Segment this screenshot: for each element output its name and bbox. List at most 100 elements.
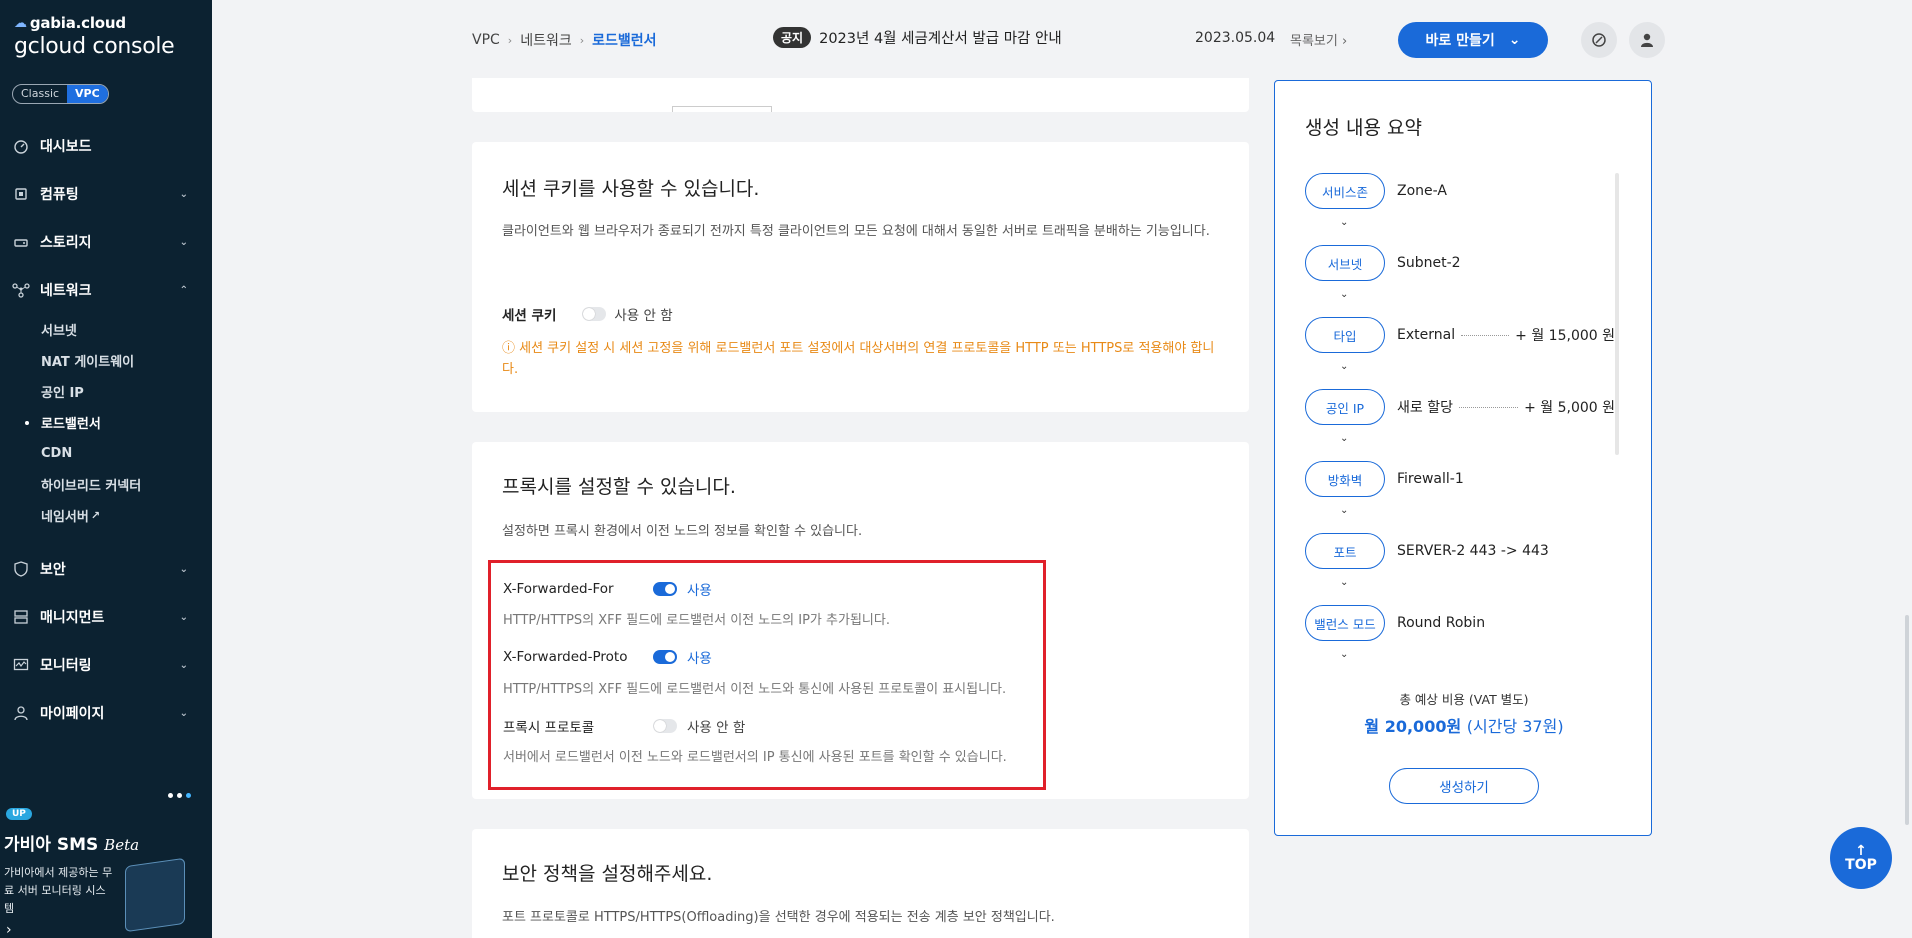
summary-value: Zone-A: [1397, 183, 1447, 199]
page-scrollbar[interactable]: [1905, 615, 1909, 825]
chevron-down-icon: ⌄: [1508, 32, 1521, 48]
session-cookie-toggle[interactable]: [582, 307, 607, 321]
cloud-icon: ☁: [14, 15, 27, 31]
shield-icon: [12, 560, 30, 578]
sidebar-item-dashboard[interactable]: 대시보드: [0, 122, 212, 170]
summary-price: + 월 15,000 원: [1515, 328, 1615, 344]
sidebar-item-security[interactable]: 보안 ⌄: [0, 545, 212, 593]
sidebar-item-subnet[interactable]: 서브넷: [41, 314, 212, 345]
security-title: 보안 정책을 설정해주세요.: [502, 863, 713, 885]
chevron-right-icon: ›: [507, 33, 513, 47]
session-cookie-row: 세션 쿠키 사용 안 함: [502, 304, 673, 324]
mode-toggle[interactable]: Classic VPC: [12, 84, 109, 104]
chevron-up-icon: ⌃: [179, 284, 188, 296]
sidebar-item-label: 대시보드: [40, 139, 92, 155]
cost-label: 총 예상 비용 (VAT 별도): [1399, 692, 1529, 707]
dashboard-icon: [12, 137, 30, 155]
brand-logo[interactable]: ☁ gabia.cloud gcloud console: [14, 14, 175, 59]
chevron-right-icon[interactable]: ›: [6, 922, 12, 938]
sidebar-item-cdn[interactable]: CDN: [41, 438, 212, 469]
xff-desc: HTTP/HTTPS의 XFF 필드에 로드밸런서 이전 노드의 IP가 추가됩…: [503, 613, 890, 628]
proxy-protocol-label: 프록시 프로토콜: [503, 720, 595, 736]
chat-icon[interactable]: [1581, 22, 1617, 58]
sidebar-item-mypage[interactable]: 마이페이지 ⌄: [0, 689, 212, 737]
session-cookie-state: 사용 안 함: [614, 308, 673, 324]
summary-item: 방화벽 Firewall-1: [1305, 461, 1615, 497]
leader-dots: [1458, 406, 1519, 408]
summary-item: 공인 IP 새로 할당 + 월 5,000 원: [1305, 389, 1615, 425]
session-cookie-card: 세션 쿠키를 사용할 수 있습니다. 클라이언트와 웹 브라우저가 종료되기 전…: [472, 142, 1249, 412]
carousel-dot-active[interactable]: [186, 793, 191, 798]
breadcrumb: VPC › 네트워크 › 로드밸런서: [472, 30, 657, 50]
chevron-down-icon: ⌄: [179, 563, 188, 575]
sidebar-item-load-balancer[interactable]: 로드밸런서: [25, 407, 212, 438]
xff-toggle[interactable]: [653, 582, 677, 596]
mode-vpc[interactable]: VPC: [67, 85, 108, 103]
mode-classic[interactable]: Classic: [13, 85, 67, 103]
input-stub[interactable]: [672, 106, 772, 112]
chevron-down-icon: ⌄: [1340, 505, 1349, 516]
summary-panel: 생성 내용 요약 서비스존 Zone-A ⌄ 서브넷 Subnet-2 ⌄ 타입 Extern…: [1274, 80, 1652, 836]
proxy-options-highlight: X-Forwarded-For 사용 HTTP/HTTPS의 XFF 필드에 로…: [488, 560, 1046, 790]
chevron-down-icon: ⌄: [1340, 577, 1349, 588]
sidebar-item-label: 마이페이지: [40, 706, 105, 722]
chevron-down-icon: ⌄: [179, 236, 188, 248]
proxy-protocol-toggle[interactable]: [653, 719, 677, 733]
cost-value: 월 20,000원 (시간당 37원): [1275, 713, 1653, 737]
quick-create-button[interactable]: 바로 만들기 ⌄: [1398, 22, 1548, 58]
summary-scrollbar[interactable]: [1615, 173, 1619, 455]
network-icon: [12, 281, 30, 299]
carousel-dot[interactable]: [177, 793, 182, 798]
breadcrumb-network[interactable]: 네트워크: [520, 30, 572, 50]
chevron-down-icon: ⌄: [1340, 433, 1349, 444]
arrow-up-icon: ↑: [1855, 843, 1867, 859]
leader-dots: [1461, 334, 1510, 336]
sidebar-item-label: 모니터링: [40, 658, 92, 674]
sidebar-item-computing[interactable]: 컴퓨팅 ⌄: [0, 170, 212, 218]
summary-item: 타입 External + 월 15,000 원: [1305, 317, 1615, 353]
scroll-top-label: TOP: [1845, 857, 1877, 873]
session-cookie-label: 세션 쿠키: [502, 308, 557, 324]
notice-text[interactable]: 2023년 4월 세금계산서 발급 마감 안내: [819, 27, 1062, 48]
previous-section-card: [472, 78, 1249, 112]
notice[interactable]: 공지 2023년 4월 세금계산서 발급 마감 안내: [773, 27, 1062, 48]
create-button[interactable]: 생성하기: [1389, 768, 1539, 804]
carousel-dots[interactable]: [168, 793, 191, 798]
summary-pill: 공인 IP: [1305, 389, 1385, 425]
chevron-down-icon: ⌄: [179, 188, 188, 200]
quick-create-label: 바로 만들기: [1425, 33, 1495, 49]
sidebar-item-nat-gateway[interactable]: NAT 게이트웨이: [41, 345, 212, 376]
sidebar-item-label: 네임서버: [41, 510, 89, 525]
summary-pill: 방화벽: [1305, 461, 1385, 497]
xff-label: X-Forwarded-For: [503, 581, 614, 597]
summary-item: 밸런스 모드 Round Robin: [1305, 605, 1615, 641]
sidebar-item-monitoring[interactable]: 모니터링 ⌄: [0, 641, 212, 689]
sidebar-item-network[interactable]: 네트워크 ⌃: [0, 266, 212, 314]
chevron-down-icon: ⌄: [179, 707, 188, 719]
sidebar-item-name-server[interactable]: 네임서버 ↗: [41, 500, 212, 531]
chevron-down-icon: ⌄: [179, 611, 188, 623]
sidebar-item-storage[interactable]: 스토리지 ⌄: [0, 218, 212, 266]
summary-value: Round Robin: [1397, 615, 1486, 631]
security-policy-card: 보안 정책을 설정해주세요. 포트 프로토콜로 HTTPS/HTTPS(Offl…: [472, 829, 1249, 938]
carousel-dot[interactable]: [168, 793, 173, 798]
sidebar-item-public-ip[interactable]: 공인 IP: [41, 376, 212, 407]
security-desc: 포트 프로토콜로 HTTPS/HTTPS(Offloading)을 선택한 경우…: [502, 910, 1055, 925]
promo-title-text: 가비아 SMS: [4, 835, 99, 855]
xfp-desc: HTTP/HTTPS의 XFF 필드에 로드밸런서 이전 노드와 통신에 사용된…: [503, 682, 1007, 697]
xfp-toggle[interactable]: [653, 650, 677, 664]
summary-list[interactable]: 서비스존 Zone-A ⌄ 서브넷 Subnet-2 ⌄ 타입 External + 월 15,…: [1305, 173, 1615, 659]
summary-title: 생성 내용 요약: [1305, 117, 1422, 139]
xff-state: 사용: [687, 583, 712, 599]
notice-list-link[interactable]: 목록보기 ›: [1290, 30, 1347, 49]
top-bar: VPC › 네트워크 › 로드밸런서 공지 2023년 4월 세금계산서 발급 …: [212, 0, 1912, 78]
profile-icon[interactable]: [1629, 22, 1665, 58]
promo-title: 가비아 SMS Beta: [4, 830, 139, 855]
sidebar-item-management[interactable]: 매니지먼트 ⌄: [0, 593, 212, 641]
breadcrumb-vpc[interactable]: VPC: [472, 32, 500, 48]
notice-tag: 공지: [773, 27, 812, 48]
sidebar-item-hybrid-connector[interactable]: 하이브리드 커넥터: [41, 469, 212, 500]
summary-item: 서비스존 Zone-A: [1305, 173, 1615, 209]
scroll-top-button[interactable]: ↑ TOP: [1830, 827, 1892, 889]
session-title: 세션 쿠키를 사용할 수 있습니다.: [502, 178, 760, 200]
